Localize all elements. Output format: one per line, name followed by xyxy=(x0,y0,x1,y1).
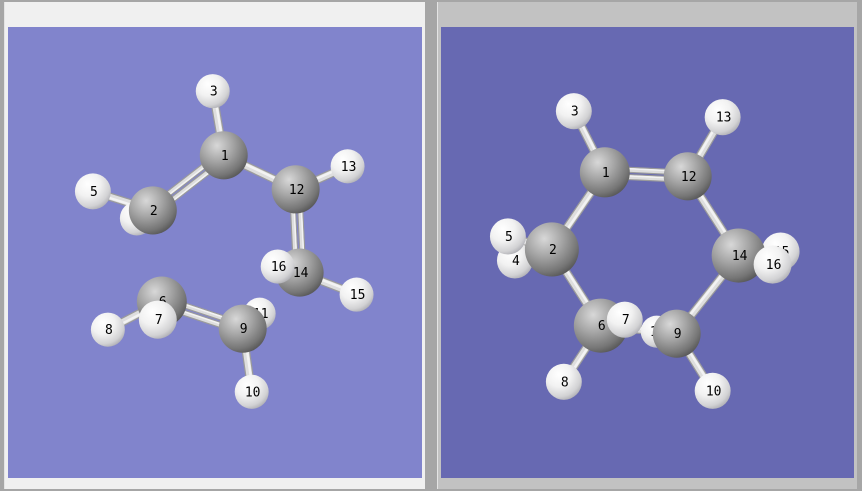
atom-H16[interactable]: 16 xyxy=(753,245,792,284)
molecule-viewport-1[interactable]: 31345211214161561178910 xyxy=(8,27,422,478)
hydrogen-atom-sphere[interactable] xyxy=(704,99,741,136)
carbon-atom-sphere[interactable] xyxy=(663,152,712,201)
hydrogen-atom-sphere[interactable] xyxy=(489,218,526,255)
atom-H13[interactable]: 13 xyxy=(704,99,741,136)
atom-H8[interactable]: 8 xyxy=(545,363,582,400)
atom-H8[interactable]: 8 xyxy=(90,312,125,347)
window-titlebar-2[interactable]: 2. Title Card Required xyxy=(440,5,854,27)
hydrogen-atom-sphere[interactable] xyxy=(694,372,731,409)
hydrogen-atom-sphere[interactable] xyxy=(138,300,177,339)
carbon-atom-sphere[interactable] xyxy=(271,165,320,214)
molecule-canvas-1[interactable]: 31345211214161561178910 xyxy=(8,27,422,478)
atom-H7[interactable]: 7 xyxy=(606,301,643,338)
carbon-atom-sphere[interactable] xyxy=(128,186,177,235)
atom-C2[interactable]: 2 xyxy=(524,222,579,277)
atom-H3[interactable]: 3 xyxy=(195,74,230,109)
molecule-window-2: 2. Title Card Required 15313112452141661… xyxy=(437,2,857,489)
atom-H5[interactable]: 5 xyxy=(74,173,111,210)
atom-H10[interactable]: 10 xyxy=(234,374,269,409)
hydrogen-atom-sphere[interactable] xyxy=(195,74,230,109)
atom-C12[interactable]: 12 xyxy=(271,165,320,214)
carbon-atom-sphere[interactable] xyxy=(524,222,579,277)
atom-H15[interactable]: 15 xyxy=(339,277,374,312)
hydrogen-atom-sphere[interactable] xyxy=(74,173,111,210)
hydrogen-atom-sphere[interactable] xyxy=(260,249,295,284)
atom-H5[interactable]: 5 xyxy=(489,218,526,255)
carbon-atom-sphere[interactable] xyxy=(579,147,630,198)
gaussview-workspace: 1. Title Card Required 31345211214161561… xyxy=(0,0,862,491)
window-titlebar-1[interactable]: 1. Title Card Required xyxy=(8,5,422,27)
atom-H16[interactable]: 16 xyxy=(260,249,295,284)
atom-C2[interactable]: 2 xyxy=(128,186,177,235)
hydrogen-atom-sphere[interactable] xyxy=(339,277,374,312)
hydrogen-atom-sphere[interactable] xyxy=(234,374,269,409)
hydrogen-atom-sphere[interactable] xyxy=(606,301,643,338)
atom-H7[interactable]: 7 xyxy=(138,300,177,339)
molecule-canvas-2[interactable]: 15313112452141661179810 xyxy=(441,27,855,478)
atom-H10[interactable]: 10 xyxy=(694,372,731,409)
atom-H3[interactable]: 3 xyxy=(555,93,592,130)
hydrogen-atom-sphere[interactable] xyxy=(555,93,592,130)
atom-C9[interactable]: 9 xyxy=(218,304,267,353)
molecule-viewport-2[interactable]: 15313112452141661179810 xyxy=(440,27,855,478)
atom-C1[interactable]: 1 xyxy=(199,131,248,180)
atom-C12[interactable]: 12 xyxy=(663,152,712,201)
carbon-atom-sphere[interactable] xyxy=(218,304,267,353)
hydrogen-atom-sphere[interactable] xyxy=(753,245,792,284)
atom-C9[interactable]: 9 xyxy=(652,309,701,358)
atom-H13[interactable]: 13 xyxy=(330,149,365,184)
hydrogen-atom-sphere[interactable] xyxy=(545,363,582,400)
atom-C1[interactable]: 1 xyxy=(579,147,630,198)
carbon-atom-sphere[interactable] xyxy=(652,309,701,358)
molecule-window-1: 1. Title Card Required 31345211214161561… xyxy=(5,2,425,489)
hydrogen-atom-sphere[interactable] xyxy=(330,149,365,184)
hydrogen-atom-sphere[interactable] xyxy=(90,312,125,347)
carbon-atom-sphere[interactable] xyxy=(199,131,248,180)
